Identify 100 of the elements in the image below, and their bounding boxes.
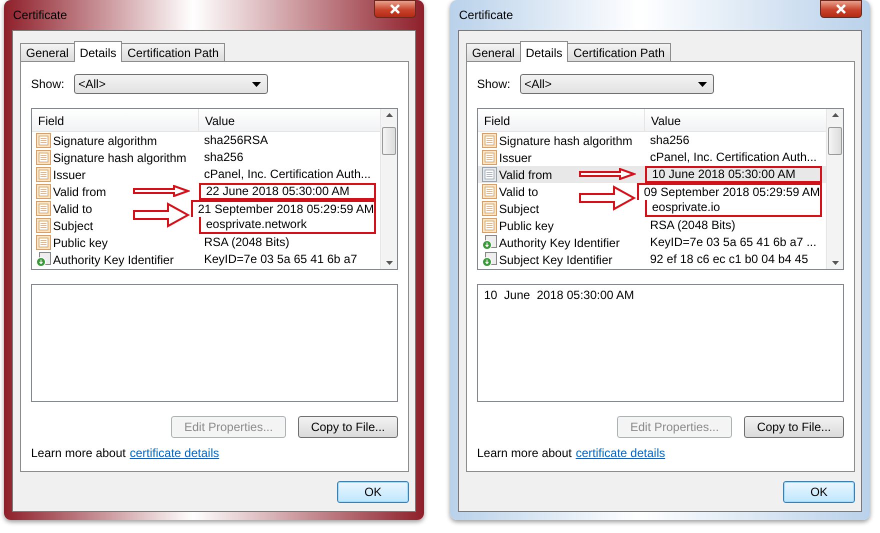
document-icon — [482, 184, 497, 199]
column-header[interactable]: Value — [645, 109, 687, 131]
document-icon — [36, 150, 51, 165]
document-icon — [36, 235, 51, 250]
field-value: eosprivate.io — [645, 200, 822, 217]
field-name: Public key — [499, 218, 554, 232]
arrow-annotation — [132, 202, 190, 228]
field-name: Valid to — [499, 184, 538, 198]
field-value: 10 June 2018 05:30:00 AM — [645, 166, 822, 183]
list-row[interactable]: Issuer cPanel, Inc. Certification Auth... — [32, 166, 380, 183]
tab[interactable]: Details — [520, 41, 568, 62]
document-icon — [36, 201, 51, 216]
learn-more-text: Learn more about — [31, 446, 126, 460]
list-row[interactable]: Valid from 10 June 2018 05:30:00 AM — [478, 166, 826, 183]
field-value: 92 ef 18 c6 ec c1 b0 04 b4 45 — [649, 251, 810, 268]
field-name: Valid from — [53, 184, 106, 198]
scroll-up-icon — [386, 113, 392, 117]
field-value: sha256 — [203, 149, 244, 166]
dialog-button[interactable]: Copy to File... — [744, 416, 844, 438]
list-row[interactable]: Signature hash algorithm sha256 — [32, 149, 380, 166]
field-name: Issuer — [499, 150, 532, 164]
column-header[interactable]: Field — [478, 109, 645, 131]
ok-button[interactable]: OK — [337, 481, 409, 503]
field-value: 21 September 2018 05:29:59 AM — [190, 200, 376, 217]
field-value: KeyID=7e 03 5a 65 41 6b a7 ... — [649, 234, 818, 251]
document-icon — [36, 218, 51, 233]
document-icon — [482, 201, 497, 216]
document-icon — [36, 167, 51, 182]
field-value: KeyID=7e 03 5a 65 41 6b a7 — [203, 251, 358, 268]
show-dropdown[interactable]: <All> — [74, 74, 268, 94]
field-name: Signature hash algorithm — [499, 134, 632, 148]
scroll-down-icon — [386, 261, 392, 265]
tab[interactable]: Details — [74, 41, 122, 62]
show-dropdown[interactable]: <All> — [520, 74, 714, 94]
tab[interactable]: Certification Path — [121, 43, 225, 61]
field-value: 09 September 2018 05:29:59 AM — [636, 183, 822, 200]
show-label: Show: — [477, 77, 510, 91]
window-title: Certificate — [12, 8, 68, 22]
certificate-details-link[interactable]: certificate details — [576, 446, 666, 460]
field-name: Authority Key Identifier — [499, 236, 620, 250]
field-value: RSA (2048 Bits) — [649, 217, 736, 234]
close-icon — [389, 4, 401, 14]
list-row[interactable]: Public key RSA (2048 Bits) — [478, 217, 826, 234]
column-header[interactable]: Value — [199, 109, 241, 131]
dropdown-caret-icon — [252, 82, 262, 86]
field-name: Subject Key Identifier — [499, 252, 612, 266]
certificate-extension-icon — [482, 252, 497, 267]
scrollbar-thumb[interactable] — [828, 127, 842, 155]
field-value: eosprivate.network — [199, 217, 376, 234]
scroll-down-icon — [832, 261, 838, 265]
document-icon — [482, 218, 497, 233]
list-row[interactable]: Issuer cPanel, Inc. Certification Auth... — [478, 149, 826, 166]
field-value: 22 June 2018 05:30:00 AM — [199, 183, 376, 200]
close-button[interactable] — [820, 0, 862, 18]
window-title: Certificate — [458, 8, 514, 22]
certificate-details-link[interactable]: certificate details — [130, 446, 220, 460]
list-row[interactable]: Signature algorithm sha256RSA — [32, 132, 380, 149]
field-name: Subject — [499, 202, 540, 216]
scrollbar-thumb[interactable] — [382, 127, 396, 155]
document-icon — [36, 133, 51, 148]
list-row[interactable]: Signature hash algorithm sha256 — [478, 132, 826, 149]
scrollbar[interactable] — [380, 109, 397, 269]
field-value: sha256RSA — [203, 132, 270, 149]
field-value: RSA (2048 Bits) — [203, 234, 290, 251]
list-row[interactable]: Public key RSA (2048 Bits) — [32, 234, 380, 251]
field-value: cPanel, Inc. Certification Auth... — [203, 166, 372, 183]
close-button[interactable] — [374, 0, 416, 18]
detail-text: 10 June 2018 05:30:00 AM — [484, 288, 634, 302]
learn-more-text: Learn more about — [477, 446, 572, 460]
field-name: Issuer — [53, 168, 86, 182]
scrollbar[interactable] — [826, 109, 843, 269]
document-icon — [482, 167, 497, 182]
certificate-extension-icon — [482, 235, 497, 250]
document-icon — [482, 133, 497, 148]
field-name: Signature hash algorithm — [53, 150, 186, 164]
close-icon — [835, 4, 847, 14]
tab[interactable]: General — [466, 43, 521, 61]
ok-button[interactable]: OK — [783, 481, 855, 503]
field-name: Valid from — [499, 168, 552, 182]
document-icon — [36, 184, 51, 199]
dialog-button[interactable]: Copy to File... — [298, 416, 398, 438]
tab[interactable]: Certification Path — [567, 43, 671, 61]
show-label: Show: — [31, 77, 64, 91]
field-value: cPanel, Inc. Certification Auth... — [649, 149, 818, 166]
field-name: Valid to — [53, 202, 92, 216]
field-name: Signature algorithm — [53, 134, 158, 148]
field-value: sha256 — [649, 132, 690, 149]
list-row[interactable]: Authority Key Identifier KeyID=7e 03 5a 65 41 6b a7 — [32, 251, 380, 268]
certificate-extension-icon — [36, 252, 51, 267]
arrow-annotation — [578, 185, 636, 211]
tab[interactable]: General — [20, 43, 75, 61]
field-name: Public key — [53, 236, 108, 250]
document-icon — [482, 150, 497, 165]
arrow-annotation — [132, 185, 190, 197]
list-row[interactable]: Authority Key Identifier KeyID=7e 03 5a 65 41 6b a7 ... — [478, 234, 826, 251]
list-row[interactable]: Subject Key Identifier 92 ef 18 c6 ec c1 b0 04 b4 45 — [478, 251, 826, 268]
arrow-annotation — [578, 168, 636, 180]
field-name: Authority Key Identifier — [53, 252, 174, 266]
column-header[interactable]: Field — [32, 109, 199, 131]
field-name: Subject — [53, 218, 94, 232]
